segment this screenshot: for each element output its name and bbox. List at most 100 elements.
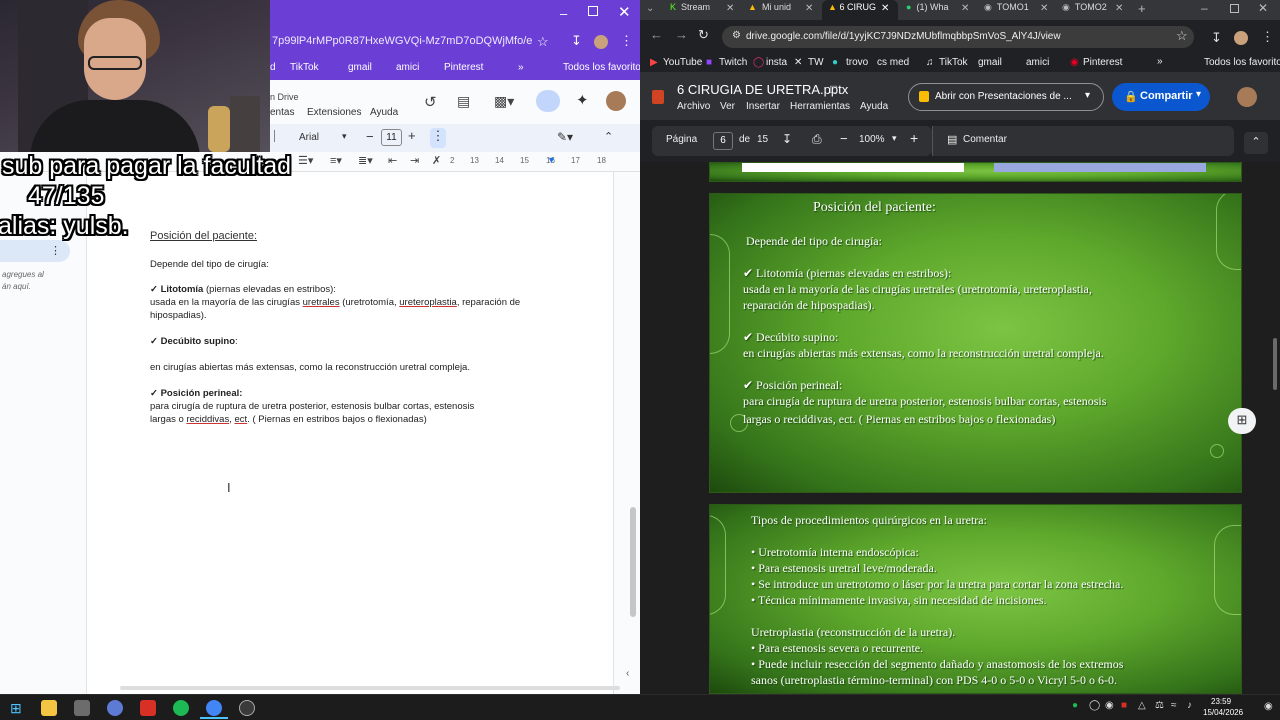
tray-volume-icon[interactable]: ♪: [1187, 700, 1192, 711]
gemini-icon[interactable]: ✦: [576, 91, 589, 109]
share-people-button[interactable]: [536, 90, 560, 112]
bookmark-pinterest[interactable]: Pinterest: [444, 62, 483, 73]
address-bar[interactable]: ⚙ drive.google.com/file/d/1yyjKC7J9NDzMU…: [722, 26, 1194, 48]
profile-avatar[interactable]: [1234, 31, 1248, 45]
zoom-level[interactable]: 100%: [859, 134, 885, 145]
tab-close-icon[interactable]: ✕: [726, 3, 734, 14]
collapse-toolbar-icon[interactable]: ⌃: [1244, 132, 1268, 154]
meet-icon[interactable]: ▩▾: [494, 93, 514, 110]
bookmark-tw[interactable]: TW: [808, 57, 824, 68]
bookmark-trovo[interactable]: trovo: [846, 57, 868, 68]
menu-extensions[interactable]: Extensiones: [307, 107, 361, 118]
page-number-input[interactable]: 6: [713, 132, 733, 150]
collapse-panel-icon[interactable]: ‹: [626, 668, 629, 679]
decrease-font-icon[interactable]: −: [366, 129, 374, 144]
bookmark-all-favorites[interactable]: Todos los favoritos: [563, 62, 640, 73]
new-tab-icon[interactable]: +: [1138, 1, 1146, 16]
print-icon[interactable]: ⎙: [812, 132, 822, 147]
font-select[interactable]: Arial: [299, 132, 319, 143]
url-text[interactable]: 7p99lP4rMPp0R87HxeWGVQi-Mz7mD7oDQWjMfo/e…: [272, 35, 532, 47]
menu-insertar[interactable]: Insertar: [746, 101, 780, 112]
numbered-list-icon[interactable]: ≣▾: [358, 154, 373, 167]
bookmark-gmail[interactable]: gmail: [348, 62, 372, 73]
bookmarks-overflow-icon[interactable]: »: [518, 62, 524, 73]
tray-usb-icon[interactable]: ⚖: [1155, 700, 1164, 711]
back-icon[interactable]: ←: [650, 27, 663, 42]
indent-marker[interactable]: ▼: [547, 155, 556, 165]
font-select-chevron-icon[interactable]: ▾: [342, 131, 347, 142]
download-icon[interactable]: ↧: [1211, 30, 1222, 46]
menu-archivo[interactable]: Archivo: [677, 101, 710, 112]
horizontal-scrollbar[interactable]: [120, 686, 620, 690]
forward-icon[interactable]: →: [675, 27, 688, 42]
tab-close-icon[interactable]: ✕: [961, 3, 969, 14]
more-menu-icon[interactable]: ⋮: [620, 33, 633, 49]
star-icon[interactable]: ☆: [537, 34, 549, 50]
bookmark-insta[interactable]: insta: [766, 57, 787, 68]
more-tools-icon[interactable]: ⋮: [430, 128, 446, 148]
outline-more-icon[interactable]: ⋮: [50, 244, 61, 257]
tab-close-icon[interactable]: ✕: [1040, 3, 1048, 14]
spotify-icon[interactable]: [173, 700, 189, 716]
bookmark-d[interactable]: d: [270, 62, 276, 73]
share-button[interactable]: 🔒 Compartir ▾: [1112, 83, 1210, 111]
increase-font-icon[interactable]: +: [408, 128, 416, 143]
obs-icon[interactable]: [239, 700, 255, 716]
decrease-indent-icon[interactable]: ⇤: [388, 154, 397, 167]
download-icon[interactable]: ↧: [782, 132, 792, 146]
clear-format-icon[interactable]: ✗: [432, 154, 441, 167]
profile-avatar[interactable]: [594, 35, 608, 49]
chrome-icon[interactable]: [206, 700, 222, 716]
history-icon[interactable]: ↺: [424, 93, 437, 111]
font-size-input[interactable]: 11: [381, 129, 402, 146]
bookmark-amici[interactable]: amici: [1026, 57, 1049, 68]
download-icon[interactable]: ↧: [571, 33, 582, 49]
maximize-icon[interactable]: [1230, 4, 1239, 13]
bookmark-gmail[interactable]: gmail: [978, 57, 1002, 68]
tray-nvidia-icon[interactable]: △: [1138, 700, 1146, 711]
more-menu-icon[interactable]: ⋮: [1261, 29, 1274, 45]
checklist-icon[interactable]: ☰▾: [298, 154, 313, 167]
hide-menus-icon[interactable]: ⌃: [604, 130, 613, 143]
minimize-icon[interactable]: –: [560, 6, 567, 21]
notification-bell-icon[interactable]: ◉: [1264, 701, 1273, 712]
file-explorer-icon[interactable]: [41, 700, 57, 716]
menu-help[interactable]: Ayuda: [370, 107, 398, 118]
add-comment-icon[interactable]: ⊞: [1228, 408, 1256, 434]
zoom-chevron-icon[interactable]: ▾: [892, 133, 897, 144]
star-icon[interactable]: ☆: [1176, 28, 1188, 44]
account-avatar[interactable]: [606, 91, 626, 111]
tray-discord-icon[interactable]: ◉: [1105, 700, 1114, 711]
calculator-icon[interactable]: [74, 700, 90, 716]
viewer-scrollbar[interactable]: [1273, 338, 1277, 390]
zoom-in-icon[interactable]: +: [910, 130, 918, 146]
zoom-out-icon[interactable]: −: [840, 131, 848, 146]
bookmarks-overflow-icon[interactable]: »: [1157, 56, 1163, 67]
browser-icon[interactable]: [107, 700, 123, 716]
tab-close-icon[interactable]: ✕: [1115, 3, 1123, 14]
comments-icon[interactable]: ▤: [457, 93, 470, 110]
menu-herramientas[interactable]: Herramientas: [790, 101, 850, 112]
menu-ver[interactable]: Ver: [720, 101, 735, 112]
menu-drive[interactable]: n Drive: [270, 92, 299, 102]
bookmark-cs-med[interactable]: cs med: [877, 57, 909, 68]
bookmark-all-favorites[interactable]: Todos los favoritos: [1204, 57, 1280, 68]
url-text[interactable]: drive.google.com/file/d/1yyjKC7J9NDzMUbf…: [746, 31, 1061, 42]
bookmark-tiktok[interactable]: TikTok: [290, 62, 319, 73]
maximize-icon[interactable]: [588, 6, 598, 16]
menu-tools[interactable]: entas: [270, 107, 294, 118]
tab-close-icon[interactable]: ✕: [805, 3, 813, 14]
chevron-down-icon[interactable]: ▾: [1085, 90, 1090, 101]
tray-spotify-icon[interactable]: ●: [1072, 700, 1078, 711]
recorder-icon[interactable]: [140, 700, 156, 716]
clock-time[interactable]: 23:59: [1211, 697, 1231, 706]
tray-whatsapp-icon[interactable]: ◯: [1089, 700, 1100, 711]
site-info-icon[interactable]: ⚙: [732, 30, 741, 41]
document-page[interactable]: Posición del paciente: Depende del tipo …: [86, 172, 614, 694]
tray-recorder-icon[interactable]: ■: [1121, 700, 1127, 711]
bookmark-tiktok[interactable]: TikTok: [939, 57, 968, 68]
bookmark-twitch[interactable]: Twitch: [719, 57, 747, 68]
comment-button[interactable]: Comentar: [963, 134, 1007, 145]
bookmark-pinterest[interactable]: Pinterest: [1083, 57, 1122, 68]
increase-indent-icon[interactable]: ⇥: [410, 154, 419, 167]
